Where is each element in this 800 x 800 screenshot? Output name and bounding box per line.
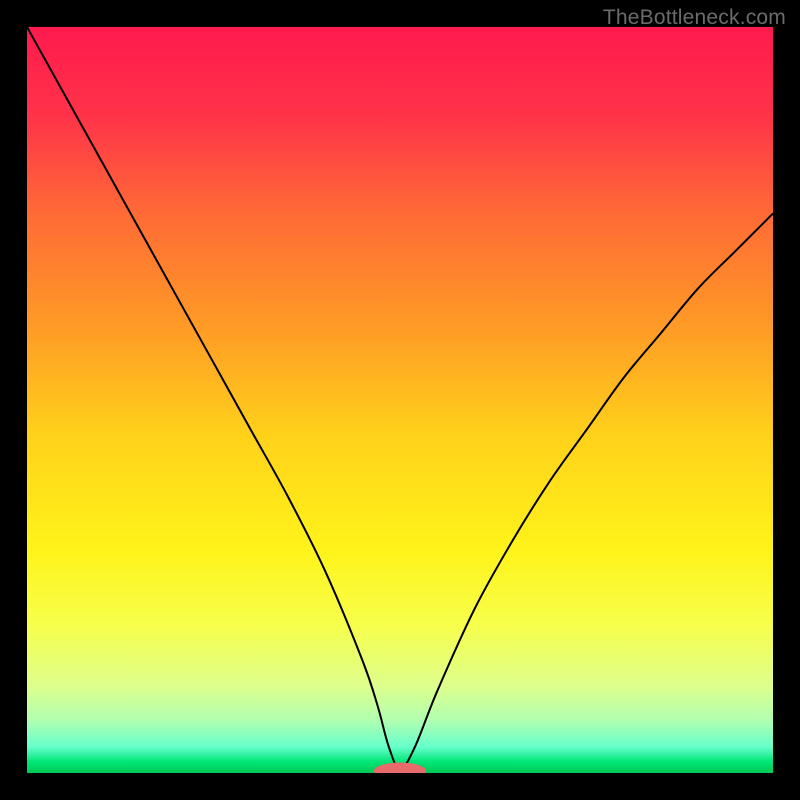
chart-frame: TheBottleneck.com bbox=[0, 0, 800, 800]
plot-area bbox=[27, 27, 773, 773]
watermark-text: TheBottleneck.com bbox=[603, 6, 786, 30]
curve-layer bbox=[27, 27, 773, 773]
optimum-marker bbox=[374, 763, 426, 773]
bottleneck-curve bbox=[27, 27, 773, 769]
